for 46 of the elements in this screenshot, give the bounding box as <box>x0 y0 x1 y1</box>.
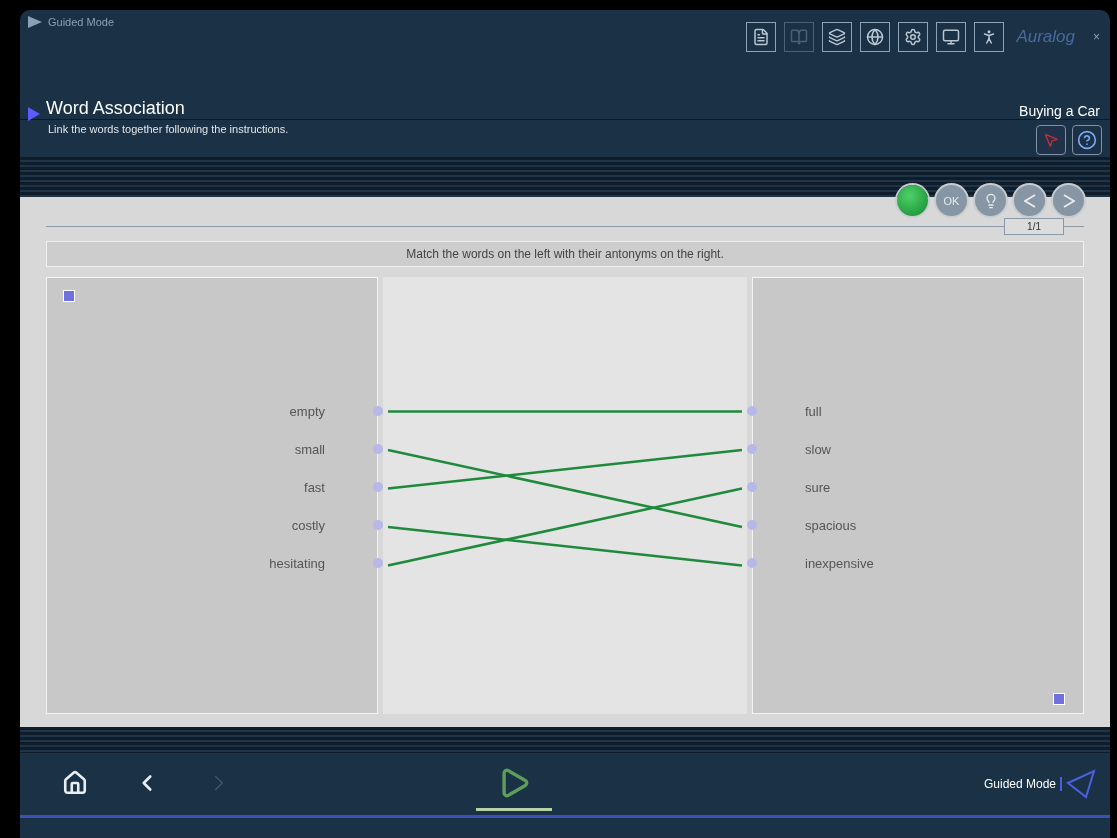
cards-icon[interactable] <box>822 22 853 52</box>
previous-button[interactable] <box>1014 185 1045 216</box>
logo: Auralog <box>1016 27 1075 47</box>
square-marker-icon <box>1053 693 1065 706</box>
mode-title: Guided Mode <box>48 16 115 28</box>
play-arrow-icon <box>28 106 40 121</box>
pointer-icon <box>1043 132 1059 148</box>
computer-icon[interactable] <box>936 22 967 52</box>
right-word: spacious <box>805 517 857 533</box>
connector-dot[interactable] <box>747 520 757 530</box>
connector-dot[interactable] <box>373 558 383 568</box>
right-word: sure <box>805 479 831 495</box>
triangle-icon <box>1066 769 1096 799</box>
help-button[interactable] <box>1072 125 1102 155</box>
settings-icon[interactable] <box>898 22 929 52</box>
connector-dot[interactable] <box>373 444 383 454</box>
square-marker-icon <box>63 290 75 302</box>
right-word: slow <box>805 441 831 457</box>
page-counter: 1/1 <box>1004 218 1064 235</box>
exercise-title: Word Association <box>46 98 185 119</box>
connector-dot[interactable] <box>373 520 383 530</box>
connector-dot[interactable] <box>747 558 757 568</box>
connector-dot[interactable] <box>747 482 757 492</box>
connector-dot[interactable] <box>373 482 383 492</box>
connector-dot[interactable] <box>373 406 383 416</box>
right-word: inexpensive <box>805 555 874 571</box>
next-button[interactable] <box>1053 185 1084 216</box>
globe-icon[interactable] <box>860 22 891 52</box>
lesson-title: Buying a Car <box>1019 103 1100 119</box>
mode-label: Guided Mode <box>983 777 1062 791</box>
left-word: costly <box>291 517 325 533</box>
play-arrow-icon <box>28 16 42 28</box>
left-word: empty <box>289 403 325 419</box>
close-button[interactable]: × <box>1093 30 1100 44</box>
left-word: small <box>294 441 325 457</box>
connector-dot[interactable] <box>747 406 757 416</box>
connector-dot[interactable] <box>747 444 757 454</box>
hint-button[interactable] <box>975 185 1006 216</box>
right-word: full <box>805 403 822 419</box>
left-word: fast <box>304 479 325 495</box>
walking-person-icon[interactable] <box>974 22 1005 52</box>
left-word: hesitating <box>269 555 325 571</box>
instruction-text: Match the words on the left with their antonyms on the right. <box>46 241 1084 267</box>
record-button[interactable] <box>1036 125 1066 155</box>
exercise-subtitle: Link the words together following the instructions. <box>48 123 289 135</box>
notes-icon[interactable] <box>746 22 777 52</box>
